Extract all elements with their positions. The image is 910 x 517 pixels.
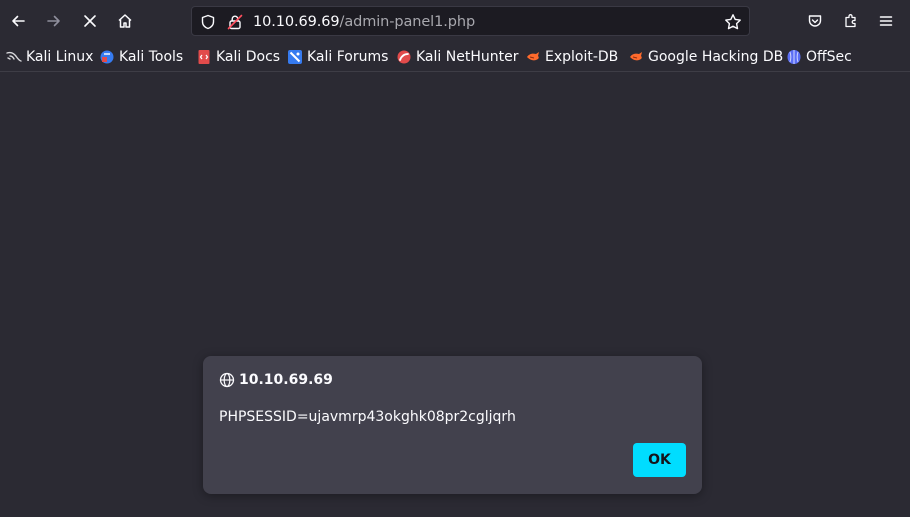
hamburger-menu-icon xyxy=(879,16,893,26)
bookmark-label: Kali Linux xyxy=(26,49,94,65)
menu-button[interactable] xyxy=(871,6,901,36)
arrow-right-icon xyxy=(47,15,60,27)
close-icon xyxy=(84,15,96,27)
url-bar[interactable]: 10.10.69.69/admin-panel1.php xyxy=(191,6,750,36)
back-button[interactable] xyxy=(3,6,33,36)
exploit-db-icon xyxy=(527,52,539,61)
url-path: /admin-panel1.php xyxy=(339,14,476,30)
kali-dragon-icon xyxy=(6,51,22,62)
url-host: 10.10.69.69 xyxy=(253,14,340,30)
ok-button[interactable]: OK xyxy=(633,443,686,477)
offsec-icon xyxy=(787,50,801,64)
bookmark-label: OffSec xyxy=(806,49,852,65)
insecure-lock-icon[interactable] xyxy=(226,13,244,31)
bookmark-google-hacking-db[interactable]: Google Hacking DB xyxy=(628,47,783,67)
bookmark-kali-linux[interactable]: Kali Linux xyxy=(6,47,93,67)
bookmark-exploit-db[interactable]: Exploit-DB xyxy=(525,47,618,67)
bookmark-kali-nethunter[interactable]: Kali NetHunter xyxy=(396,47,518,67)
home-icon xyxy=(118,14,132,28)
shield-icon[interactable] xyxy=(199,13,217,31)
bookmark-label: Google Hacking DB xyxy=(648,49,784,65)
exploit-db-icon xyxy=(630,52,642,61)
bookmark-label: Exploit-DB xyxy=(545,49,619,65)
url-input[interactable]: 10.10.69.69/admin-panel1.php xyxy=(253,12,475,32)
dialog-origin: 10.10.69.69 xyxy=(219,372,333,388)
dialog-message: PHPSESSID=ujavmrp43okghk08pr2cgljqrh xyxy=(219,409,516,425)
kali-docs-icon xyxy=(198,50,210,64)
dialog-origin-text: 10.10.69.69 xyxy=(239,372,333,388)
bookmark-star-icon[interactable] xyxy=(724,13,742,31)
globe-icon xyxy=(219,372,235,388)
extensions-button[interactable] xyxy=(836,6,866,36)
alert-dialog: 10.10.69.69 PHPSESSID=ujavmrp43okghk08pr… xyxy=(203,356,702,494)
puzzle-icon xyxy=(845,14,856,28)
bookmarks-toolbar: Kali Linux Kali Tools Kali Docs Kali For… xyxy=(0,42,910,72)
navigation-toolbar: 10.10.69.69/admin-panel1.php xyxy=(0,0,910,42)
bookmark-kali-tools[interactable]: Kali Tools xyxy=(99,47,183,67)
pocket-button[interactable] xyxy=(800,6,830,36)
kali-nethunter-icon xyxy=(397,50,411,64)
bookmark-offsec[interactable]: OffSec xyxy=(786,47,852,67)
arrow-left-icon xyxy=(12,15,25,27)
forward-button[interactable] xyxy=(39,6,69,36)
kali-tools-icon xyxy=(100,50,114,64)
bookmark-kali-docs[interactable]: Kali Docs xyxy=(196,47,280,67)
bookmark-label: Kali NetHunter xyxy=(416,49,519,65)
bookmark-label: Kali Docs xyxy=(216,49,281,65)
home-button[interactable] xyxy=(110,6,140,36)
browser-window: 10.10.69.69/admin-panel1.php Kali Linux … xyxy=(0,0,910,517)
pocket-icon xyxy=(808,15,822,27)
bookmark-kali-forums[interactable]: Kali Forums xyxy=(287,47,388,67)
kali-forums-icon xyxy=(288,50,302,64)
bookmark-label: Kali Forums xyxy=(307,49,389,65)
bookmark-label: Kali Tools xyxy=(119,49,184,65)
stop-button[interactable] xyxy=(75,6,105,36)
